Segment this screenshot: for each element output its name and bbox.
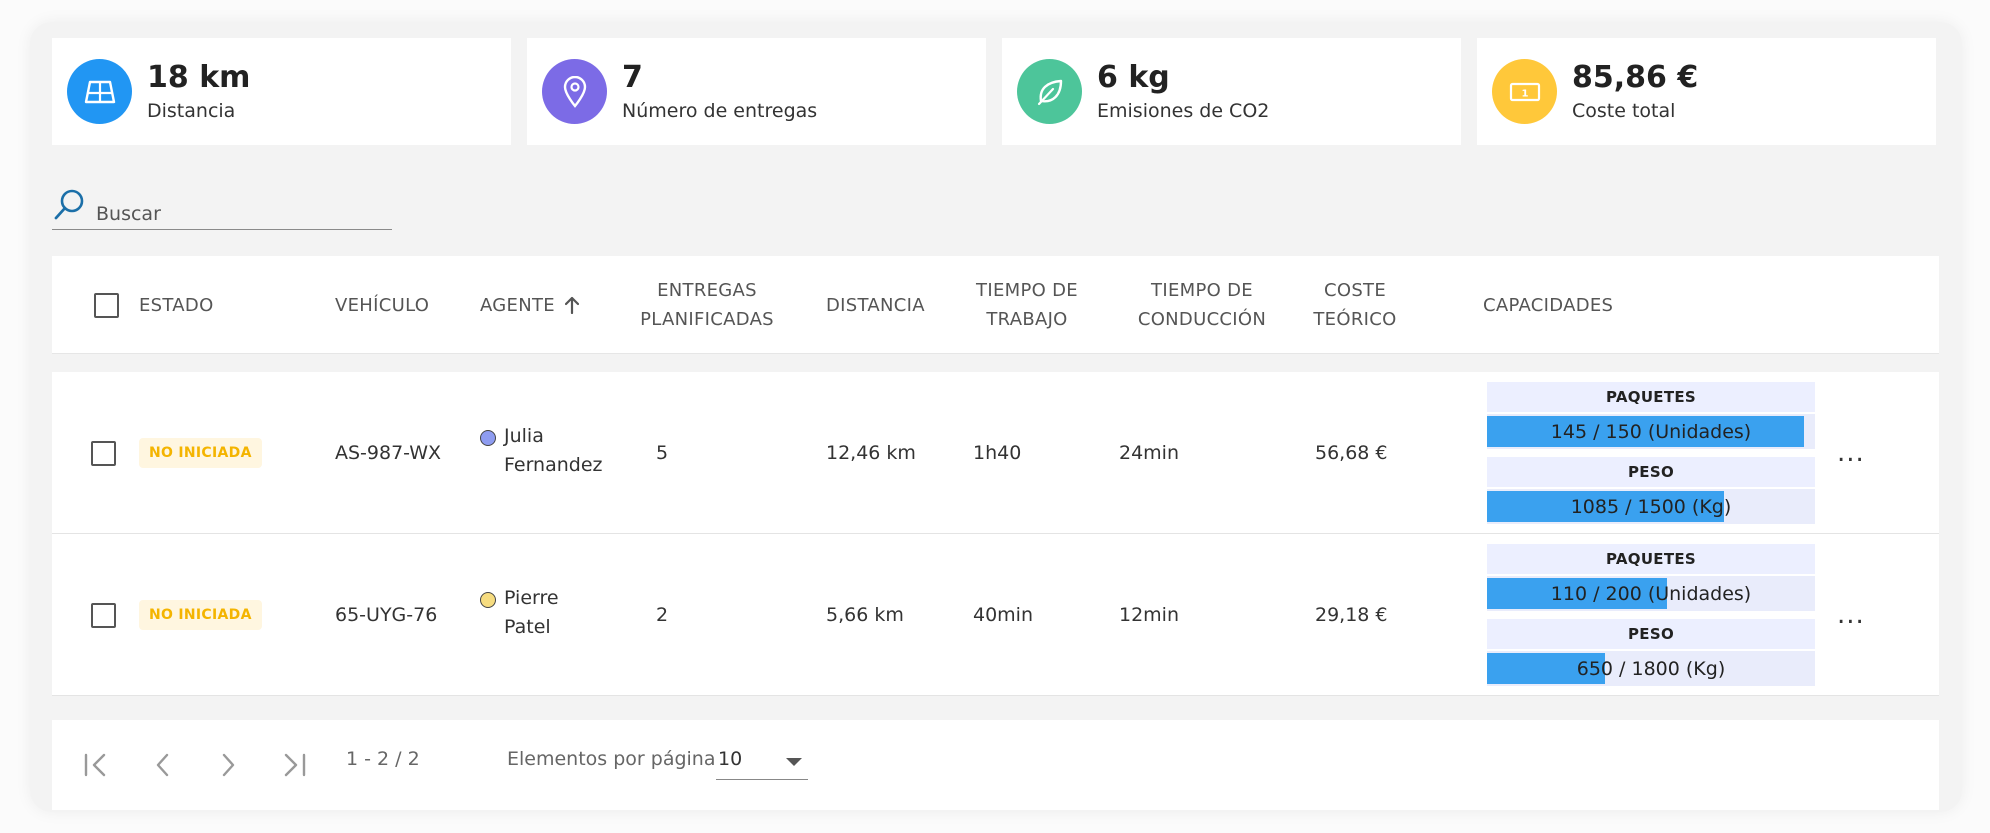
dashboard-panel: 18 km Distancia 7 Número de entregas 6 k… <box>30 22 1962 812</box>
header-capacidades: CAPACIDADES <box>1483 294 1614 316</box>
kpi-distance-value: 18 km <box>147 59 251 95</box>
table-row[interactable]: NO INICIADA AS-987-WX Julia Fernandez 5 … <box>52 372 1939 534</box>
first-page-icon[interactable] <box>82 750 112 780</box>
capacity-weight-bar: 650 / 1800 (Kg) <box>1487 651 1815 686</box>
items-per-page-value: 10 <box>718 748 743 770</box>
table-row[interactable]: NO INICIADA 65-UYG-76 Pierre Patel 2 5,6… <box>52 534 1939 696</box>
capacities-cell: PAQUETES 145 / 150 (Unidades) PESO 1085 … <box>1487 382 1815 532</box>
kpi-distance-label: Distancia <box>147 99 236 122</box>
row-checkbox[interactable] <box>91 602 116 628</box>
deliveries-cell: 2 <box>656 604 669 626</box>
search-icon <box>52 188 86 226</box>
capacity-packages-bar: 145 / 150 (Unidades) <box>1487 414 1815 449</box>
capacity-weight-title: PESO <box>1487 619 1815 649</box>
driving-time-cell: 12min <box>1119 604 1180 626</box>
status-badge: NO INICIADA <box>139 600 262 630</box>
row-checkbox[interactable] <box>91 440 116 466</box>
header-vehiculo[interactable]: VEHÍCULO <box>335 256 465 354</box>
agent-color-dot <box>480 592 496 608</box>
cost-cell: 29,18 € <box>1315 604 1388 626</box>
header-agente[interactable]: AGENTE <box>480 256 610 354</box>
header-coste[interactable]: COSTE TEÓRICO <box>1300 256 1410 354</box>
work-time-cell: 40min <box>973 604 1034 626</box>
agent-cell: Julia Fernandez <box>480 372 614 534</box>
kpi-deliveries-value: 7 <box>622 59 643 95</box>
work-time-cell: 1h40 <box>973 442 1022 464</box>
capacity-packages-bar: 110 / 200 (Unidades) <box>1487 576 1815 611</box>
capacity-weight-text: 1085 / 1500 (Kg) <box>1570 495 1732 518</box>
kpi-emissions-card: 6 kg Emisiones de CO2 <box>1002 38 1461 145</box>
deliveries-cell: 5 <box>656 442 669 464</box>
more-options-icon[interactable]: ... <box>1837 534 1865 696</box>
agent-first-name: Julia <box>504 425 544 447</box>
header-estado[interactable]: ESTADO <box>139 256 279 354</box>
header-tiempo-conduccion[interactable]: TIEMPO DE CONDUCCIÓN <box>1117 256 1287 354</box>
kpi-deliveries-card: 7 Número de entregas <box>527 38 986 145</box>
next-page-icon[interactable] <box>213 750 243 780</box>
distance-cell: 5,66 km <box>826 604 904 626</box>
agent-last-name: Fernandez <box>504 454 603 476</box>
page-range: 1 - 2 / 2 <box>346 748 420 770</box>
agent-cell: Pierre Patel <box>480 534 614 696</box>
search-field[interactable] <box>52 185 392 230</box>
routes-table: ESTADO VEHÍCULO AGENTE ENTREGAS PLANIFIC… <box>52 256 1939 696</box>
kpi-emissions-label: Emisiones de CO2 <box>1097 99 1270 122</box>
search-input[interactable] <box>96 189 376 225</box>
status-cell: NO INICIADA <box>139 372 262 534</box>
capacity-weight-title: PESO <box>1487 457 1815 487</box>
capacity-packages-title: PAQUETES <box>1487 544 1815 574</box>
cost-cell: 56,68 € <box>1315 442 1388 464</box>
row-checkbox-cell <box>91 534 116 696</box>
map-icon <box>67 59 132 124</box>
select-all-checkbox-cell <box>91 256 121 354</box>
svg-text:1: 1 <box>1521 88 1528 99</box>
select-all-checkbox[interactable] <box>93 292 119 318</box>
agent-last-name: Patel <box>504 616 551 638</box>
agent-first-name: Pierre <box>504 587 559 609</box>
capacity-weight-bar: 1085 / 1500 (Kg) <box>1487 489 1815 524</box>
leaf-icon <box>1017 59 1082 124</box>
kpi-distance-card: 18 km Distancia <box>52 38 511 145</box>
capacities-cell: PAQUETES 110 / 200 (Unidades) PESO 650 /… <box>1487 544 1815 694</box>
banknote-icon: 1 <box>1492 59 1557 124</box>
kpi-cost-card: 1 85,86 € Coste total <box>1477 38 1936 145</box>
kpi-cost-label: Coste total <box>1572 99 1676 122</box>
previous-page-icon[interactable] <box>148 750 178 780</box>
status-badge: NO INICIADA <box>139 438 262 468</box>
location-pin-icon <box>542 59 607 124</box>
kpi-deliveries-label: Número de entregas <box>622 99 818 122</box>
sort-arrow-up-icon <box>564 296 579 314</box>
driving-time-cell: 24min <box>1119 442 1180 464</box>
agent-color-dot <box>480 430 496 446</box>
capacity-packages-text: 110 / 200 (Unidades) <box>1550 582 1752 605</box>
capacity-packages-title: PAQUETES <box>1487 382 1815 412</box>
more-options-icon[interactable]: ... <box>1837 372 1865 534</box>
capacity-weight-text: 650 / 1800 (Kg) <box>1576 657 1726 680</box>
header-entregas[interactable]: ENTREGAS PLANIFICADAS <box>622 256 792 354</box>
header-agente-label: AGENTE <box>480 294 555 316</box>
header-tiempo-trabajo[interactable]: TIEMPO DE TRABAJO <box>972 256 1082 354</box>
row-checkbox-cell <box>91 372 116 534</box>
status-cell: NO INICIADA <box>139 534 262 696</box>
vehicle-cell: AS-987-WX <box>335 442 442 464</box>
distance-cell: 12,46 km <box>826 442 916 464</box>
chevron-down-icon <box>786 758 802 766</box>
items-per-page-label: Elementos por página <box>507 748 716 770</box>
vehicle-cell: 65-UYG-76 <box>335 604 438 626</box>
kpi-cards: 18 km Distancia 7 Número de entregas 6 k… <box>52 38 1936 145</box>
capacity-packages-text: 145 / 150 (Unidades) <box>1550 420 1752 443</box>
kpi-emissions-value: 6 kg <box>1097 59 1170 95</box>
kpi-cost-value: 85,86 € <box>1572 59 1699 95</box>
items-per-page-select[interactable]: 10 <box>716 742 808 780</box>
last-page-icon[interactable] <box>278 750 308 780</box>
pagination: 1 - 2 / 2 Elementos por página 10 <box>52 720 1939 810</box>
table-header: ESTADO VEHÍCULO AGENTE ENTREGAS PLANIFIC… <box>52 256 1939 354</box>
header-distancia[interactable]: DISTANCIA <box>826 256 956 354</box>
